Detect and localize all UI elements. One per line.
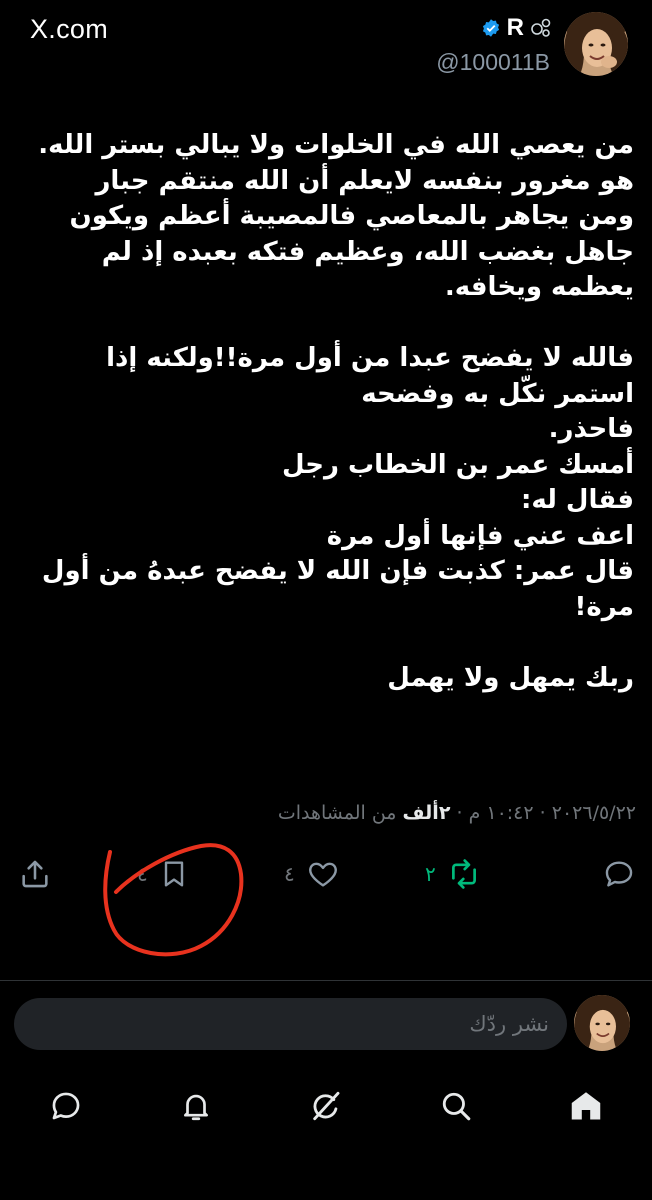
messages-icon (52, 1092, 80, 1120)
verified-badge-icon (482, 19, 499, 37)
tweet-date: ٢٠٢٦/٥/٢٢ (551, 802, 636, 824)
views-label: من المشاهدات (277, 802, 397, 824)
user-avatar[interactable] (574, 995, 630, 1051)
share-button[interactable] (18, 856, 52, 892)
speech-bubble-icon (605, 861, 633, 887)
reply-input[interactable] (14, 998, 567, 1050)
author-handle[interactable]: @100011B (436, 49, 550, 76)
retweet-count: ٢ (425, 862, 436, 886)
retweet-button[interactable]: ٢ (425, 856, 482, 892)
notifications-bell-icon (184, 1094, 208, 1121)
author-name-row[interactable]: R (481, 14, 552, 42)
meta-separator: · (456, 802, 463, 824)
views-count[interactable]: ٢ألف (403, 802, 451, 824)
tweet-meta: ٢٠٢٦/٥/٢٢ · ١٠:٤٢ م · ٢ألف من المشاهدات (278, 802, 636, 824)
like-button[interactable]: ٤ (284, 856, 341, 892)
nav-messages[interactable] (46, 1086, 86, 1126)
retweet-arrows-icon (451, 859, 476, 889)
nav-home[interactable] (566, 1086, 606, 1126)
search-icon (442, 1092, 471, 1121)
red-circle-annotation (103, 843, 244, 957)
nav-search[interactable] (436, 1086, 476, 1126)
nav-grok[interactable] (306, 1086, 346, 1126)
author-avatar[interactable] (564, 12, 628, 76)
reply-button[interactable] (602, 856, 636, 892)
site-label: X.com (30, 14, 109, 44)
nav-notifications[interactable] (176, 1086, 216, 1126)
tweet-time: ١٠:٤٢ م (468, 802, 534, 824)
bubbles-emoji-icon (531, 18, 551, 37)
grok-icon (313, 1091, 340, 1121)
author-display-name: R (506, 14, 524, 41)
heart-icon (308, 862, 337, 887)
meta-separator: · (539, 802, 546, 824)
tweet-text: من يعصي الله في الخلوات ولا يبالي بستر ا… (38, 130, 634, 693)
home-icon (571, 1092, 601, 1120)
divider (0, 980, 652, 981)
like-count: ٤ (284, 862, 295, 886)
share-upload-icon (22, 860, 48, 888)
